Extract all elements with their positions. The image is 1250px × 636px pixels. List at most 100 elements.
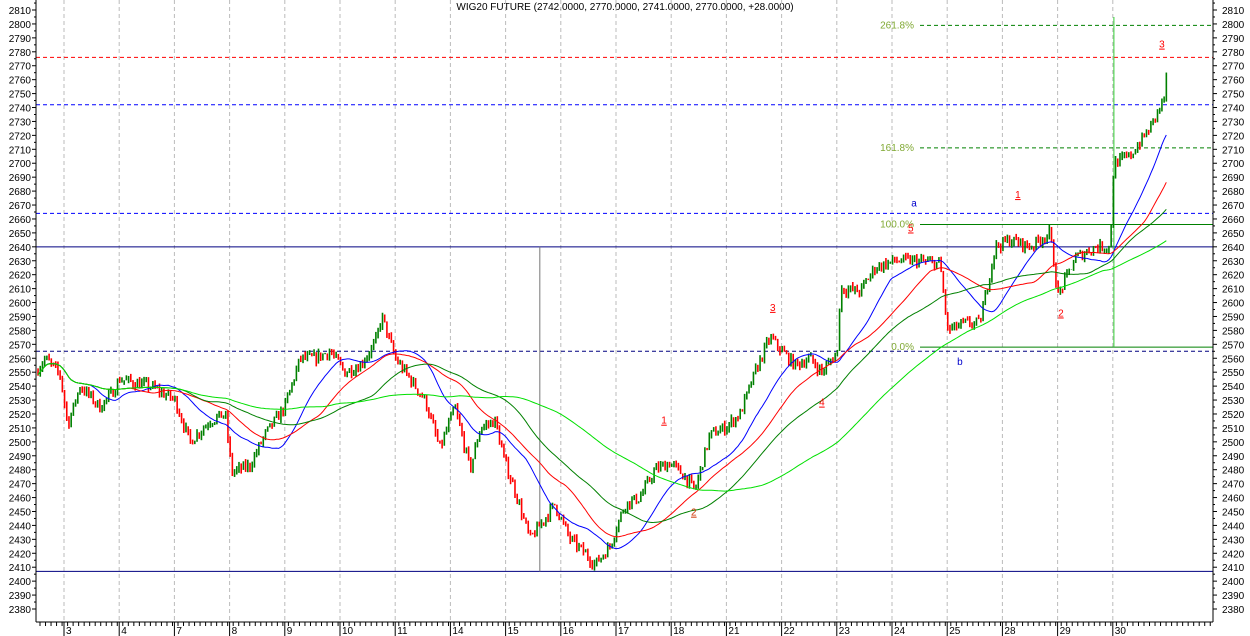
y-tick-label-left: 2500	[9, 438, 32, 449]
x-tick-label: 10	[342, 626, 354, 636]
y-tick-label-right: 2510	[1222, 424, 1245, 435]
y-tick-label-right: 2770	[1222, 62, 1245, 73]
y-tick-label-right: 2430	[1222, 535, 1245, 546]
x-tick-label: 8	[232, 626, 238, 636]
y-tick-label-right: 2570	[1222, 340, 1245, 351]
y-tick-label-left: 2660	[9, 215, 32, 226]
x-tick-label: 7	[176, 626, 182, 636]
x-tick-label: 16	[563, 626, 575, 636]
y-tick-label-right: 2400	[1222, 577, 1245, 588]
y-tick-label-left: 2390	[9, 591, 32, 602]
x-tick-label: 30	[1115, 626, 1127, 636]
y-tick-label-right: 2410	[1222, 563, 1245, 574]
y-tick-label-left: 2560	[9, 354, 32, 365]
y-tick-label-right: 2450	[1222, 507, 1245, 518]
x-tick-label: 21	[728, 626, 740, 636]
price-chart: WIG20 FUTURE (2742.0000, 2770.0000, 2741…	[9, 0, 1245, 636]
price-bars	[37, 72, 1168, 571]
y-tick-label-left: 2680	[9, 187, 32, 198]
x-tick-label: 15	[508, 626, 520, 636]
x-tick-label: 3	[66, 626, 72, 636]
grid	[63, 0, 1114, 622]
y-tick-label-right: 2530	[1222, 396, 1245, 407]
x-tick-label: 9	[287, 626, 293, 636]
y-tick-label-left: 2460	[9, 494, 32, 505]
y-tick-label-left: 2440	[9, 521, 32, 532]
y-tick-label-right: 2580	[1222, 326, 1245, 337]
y-tick-label-left: 2630	[9, 257, 32, 268]
y-tick-label-left: 2730	[9, 117, 32, 128]
y-tick-label-right: 2810	[1222, 6, 1245, 17]
y-tick-label-left: 2490	[9, 452, 32, 463]
y-tick-label-left: 2510	[9, 424, 32, 435]
y-tick-label-right: 2520	[1222, 410, 1245, 421]
y-tick-label-right: 2720	[1222, 131, 1245, 142]
y-tick-label-right: 2620	[1222, 271, 1245, 282]
y-tick-label-right: 2460	[1222, 494, 1245, 505]
y-tick-label-left: 2650	[9, 229, 32, 240]
y-tick-label-right: 2500	[1222, 438, 1245, 449]
y-tick-label-left: 2600	[9, 299, 32, 310]
wave-label: 4	[819, 398, 825, 409]
y-tick-label-right: 2750	[1222, 90, 1245, 101]
chart-title: WIG20 FUTURE (2742.0000, 2770.0000, 2741…	[456, 2, 793, 13]
wave-label: 5	[908, 223, 914, 234]
y-tick-label-right: 2610	[1222, 285, 1245, 296]
x-tick-label: 18	[673, 626, 685, 636]
fib-label: 0.0%	[891, 342, 914, 353]
x-tick-label: 11	[397, 626, 408, 636]
y-tick-label-left: 2540	[9, 382, 32, 393]
y-tick-label-left: 2690	[9, 173, 32, 184]
y-tick-label-left: 2720	[9, 131, 32, 142]
annotations: 261.8%161.8%100.0%0.0%12345ab123	[661, 20, 1165, 518]
y-tick-label-right: 2700	[1222, 159, 1245, 170]
y-tick-label-left: 2790	[9, 34, 32, 45]
wave-label: 2	[691, 508, 697, 519]
y-tick-label-left: 2800	[9, 20, 32, 31]
y-tick-label-left: 2530	[9, 396, 32, 407]
y-tick-label-left: 2420	[9, 549, 32, 560]
y-tick-label-left: 2400	[9, 577, 32, 588]
wave-label: b	[957, 357, 963, 368]
y-tick-label-right: 2680	[1222, 187, 1245, 198]
y-tick-label-right: 2690	[1222, 173, 1245, 184]
y-tick-label-right: 2600	[1222, 299, 1245, 310]
fib-label: 161.8%	[880, 143, 914, 154]
y-tick-label-right: 2590	[1222, 312, 1245, 323]
y-tick-label-left: 2750	[9, 90, 32, 101]
y-tick-label-left: 2590	[9, 312, 32, 323]
x-tick-label: 29	[1060, 626, 1072, 636]
y-tick-label-right: 2470	[1222, 480, 1245, 491]
y-tick-label-left: 2380	[9, 605, 32, 616]
x-tick-label: 14	[452, 626, 464, 636]
y-tick-label-right: 2650	[1222, 229, 1245, 240]
x-tick-label: 4	[121, 626, 127, 636]
y-tick-label-left: 2670	[9, 201, 32, 212]
wave-label: 1	[1015, 190, 1021, 201]
y-tick-label-left: 2760	[9, 76, 32, 87]
y-tick-label-right: 2490	[1222, 452, 1245, 463]
y-tick-label-right: 2730	[1222, 117, 1245, 128]
x-tick-label: 17	[618, 626, 630, 636]
wave-label: 2	[1058, 308, 1064, 319]
wave-label: a	[911, 198, 917, 209]
x-tick-label: 22	[784, 626, 796, 636]
y-tick-label-left: 2810	[9, 6, 32, 17]
y-tick-label-left: 2700	[9, 159, 32, 170]
y-tick-label-left: 2570	[9, 340, 32, 351]
y-tick-label-right: 2380	[1222, 605, 1245, 616]
y-tick-label-right: 2760	[1222, 76, 1245, 87]
y-tick-label-right: 2560	[1222, 354, 1245, 365]
y-tick-label-left: 2770	[9, 62, 32, 73]
fib-label: 261.8%	[880, 20, 914, 31]
moving-average-line	[37, 134, 1167, 550]
y-tick-label-left: 2640	[9, 243, 32, 254]
y-tick-label-left: 2710	[9, 145, 32, 156]
horizontal-lines	[36, 16, 1213, 572]
y-tick-label-right: 2550	[1222, 368, 1245, 379]
y-tick-label-right: 2710	[1222, 145, 1245, 156]
y-tick-label-right: 2740	[1222, 104, 1245, 115]
wave-label: 1	[661, 416, 667, 427]
moving-average-line	[37, 240, 1167, 492]
y-tick-label-left: 2470	[9, 480, 32, 491]
